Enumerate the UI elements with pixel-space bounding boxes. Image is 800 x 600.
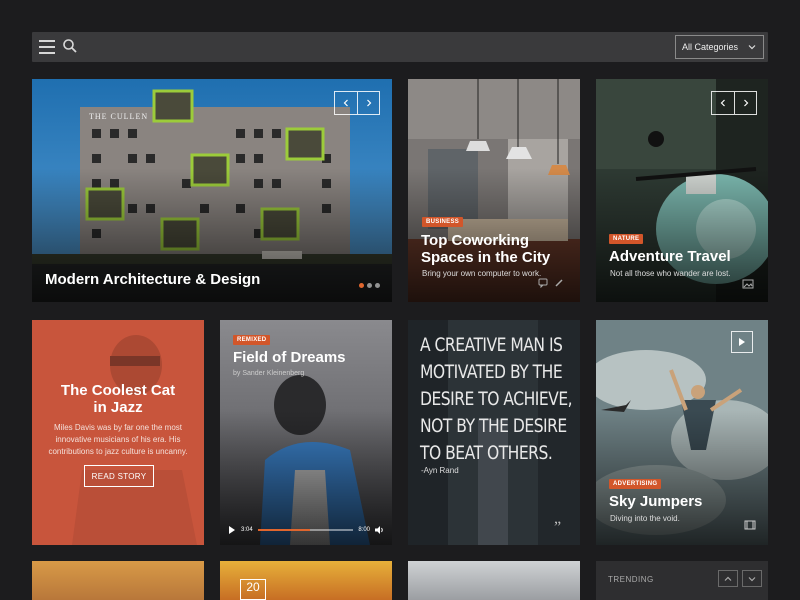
quote-line: DESIRE TO ACHIEVE, [420, 389, 573, 410]
edit-icon[interactable] [554, 278, 564, 288]
card-bottom-3[interactable] [408, 561, 580, 600]
quote-line: A CREATIVE MAN IS [420, 335, 563, 356]
carousel-dots [359, 283, 380, 288]
next-button[interactable] [357, 92, 379, 114]
progress-fill [257, 529, 311, 531]
trending-label: TRENDING [608, 575, 654, 584]
trending-down-button[interactable] [742, 570, 762, 587]
card-title: Sky Jumpers [609, 493, 703, 510]
card-coworking[interactable]: Business Top Coworking Spaces in the Cit… [408, 79, 580, 302]
carousel-dot[interactable] [367, 283, 372, 288]
card-architecture[interactable]: THE CULLEN Modern Architecture & Design [32, 79, 392, 302]
tag-advertising[interactable]: Advertising [609, 479, 662, 489]
chevron-right-icon [743, 99, 748, 107]
top-bar: All Categories [32, 32, 768, 62]
current-time: 3:04 [241, 527, 253, 533]
gallery-icon[interactable] [742, 279, 754, 289]
carousel-dot[interactable] [375, 283, 380, 288]
card-field-of-dreams[interactable]: Remixed Field of Dreams by Sander Kleine… [220, 320, 392, 545]
play-icon [739, 338, 745, 346]
card-subtitle: Diving into the void. [610, 514, 680, 523]
play-icon[interactable] [228, 526, 236, 534]
quote-line: MOTIVATED BY THE [420, 362, 563, 383]
chevron-right-icon [366, 99, 371, 107]
card-title-line2: Spaces in the City [421, 249, 551, 266]
building-sign: THE CULLEN [89, 112, 149, 121]
card-title: Adventure Travel [609, 248, 731, 265]
svg-text:”: ” [554, 520, 561, 530]
card-jazz[interactable]: The Coolest Cat in Jazz Miles Davis was … [32, 320, 204, 545]
chevron-down-icon [748, 576, 756, 581]
card-sky-jumpers[interactable]: Advertising Sky Jumpers Diving into the … [596, 320, 768, 545]
comment-icon[interactable] [538, 278, 548, 288]
quote-line: NOT BY THE DESIRE [420, 416, 567, 437]
card-subtitle: Bring your own computer to work. [422, 269, 542, 278]
chevron-left-icon [720, 99, 725, 107]
card-bottom-2[interactable]: 20 [220, 561, 392, 600]
date-badge: 20 [240, 579, 266, 600]
tag-nature[interactable]: Nature [609, 234, 644, 244]
card-title-line1: Top Coworking [421, 232, 530, 249]
read-story-button[interactable]: READ STORY [84, 465, 154, 487]
overlay [596, 410, 768, 545]
card-quote[interactable]: A CREATIVE MAN IS MOTIVATED BY THE DESIR… [408, 320, 580, 545]
progress-bar[interactable] [257, 529, 354, 531]
chevron-up-icon [724, 576, 732, 581]
card-adventure[interactable]: Nature Adventure Travel Not all those wh… [596, 79, 768, 302]
carousel-nav [711, 91, 757, 115]
carousel-nav [334, 91, 380, 115]
card-body: Miles Davis was by far one the most inno… [48, 423, 188, 456]
quote-icon: ” [554, 520, 561, 530]
next-button[interactable] [734, 92, 756, 114]
card-title: Field of Dreams [233, 349, 346, 366]
prev-button[interactable] [335, 92, 357, 114]
trending-panel: TRENDING [596, 561, 768, 600]
category-select[interactable]: All Categories [675, 35, 764, 59]
chevron-down-icon [748, 45, 756, 50]
quote-author: -Ayn Rand [421, 466, 459, 475]
card-subtitle: Not all those who wander are lost. [610, 269, 731, 278]
total-time: 8:00 [358, 527, 370, 533]
card-title-line2: in Jazz [93, 399, 143, 416]
card-title-line1: The Coolest Cat [60, 382, 176, 399]
quote-text: A CREATIVE MAN IS MOTIVATED BY THE DESIR… [420, 332, 573, 467]
tag-remixed[interactable]: Remixed [233, 335, 271, 345]
hamburger-icon[interactable] [39, 40, 55, 54]
video-icon[interactable] [744, 520, 756, 530]
prev-button[interactable] [712, 92, 734, 114]
audio-player: 3:04 8:00 [228, 523, 384, 537]
category-select-value: All Categories [682, 42, 739, 52]
quote-line: TO BEAT OTHERS. [420, 443, 553, 464]
carousel-dot[interactable] [359, 283, 364, 288]
chevron-left-icon [343, 99, 348, 107]
card-bottom-1[interactable] [32, 561, 204, 600]
tag-business[interactable]: Business [422, 217, 464, 227]
play-button[interactable] [731, 331, 753, 353]
card-title: Modern Architecture & Design [45, 271, 261, 288]
volume-icon[interactable] [375, 526, 384, 534]
card-byline: by Sander Kleinenberg [233, 370, 305, 377]
trending-up-button[interactable] [718, 570, 738, 587]
search-icon[interactable] [62, 38, 78, 54]
